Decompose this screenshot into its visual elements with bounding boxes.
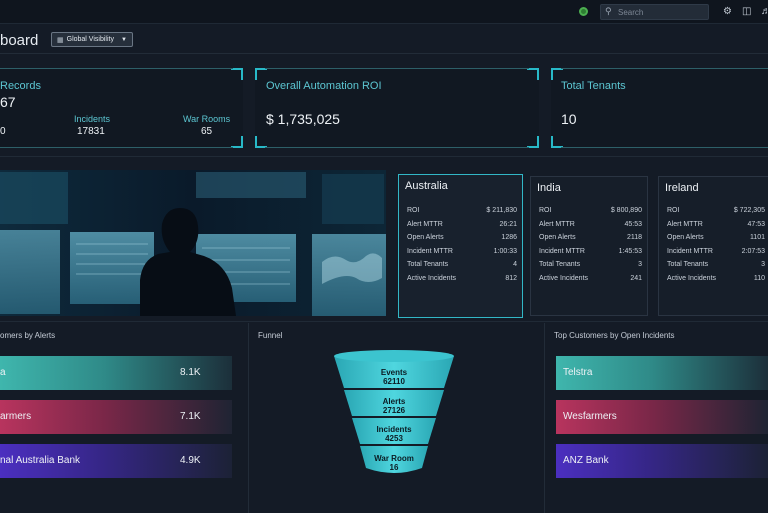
alerts-bar[interactable]: armers 7.1K: [0, 400, 232, 434]
metric-row: Total Tenants 3: [667, 261, 765, 269]
bell-icon[interactable]: ♬: [761, 5, 768, 19]
region-card-ireland[interactable]: Ireland ROI $ 722,305 Alert MTTR 47:53 Ope…: [658, 176, 768, 316]
roi-title: Overall Automation ROI: [266, 80, 382, 92]
tenants-title: Total Tenants: [561, 80, 626, 92]
metric-row: Alert MTTR 45:53: [539, 220, 642, 228]
metric-row: Open Alerts 1101: [667, 234, 765, 242]
search-box[interactable]: ⚲: [600, 4, 709, 20]
incidents-label: Incidents: [74, 114, 111, 124]
layout-toggle-icon[interactable]: ◫: [742, 5, 751, 19]
region-name: India: [537, 182, 561, 194]
page-title: board: [0, 32, 39, 49]
metric-row: Active Incidents 812: [407, 274, 517, 282]
gear-icon[interactable]: ⚙: [723, 5, 732, 19]
chevron-down-icon: ▼: [121, 36, 127, 43]
customer-bar[interactable]: Wesfarmers: [556, 400, 768, 434]
region-metrics: ROI $ 722,305 Alert MTTR 47:53 Open Alerts…: [667, 207, 765, 289]
automation-roi-card: Overall Automation ROI $ 1,735,025: [255, 68, 539, 148]
alerts-bar[interactable]: a 8.1K: [0, 356, 232, 390]
dashboard-header: board ▦ Global Visibility ▼: [0, 25, 768, 54]
metric-row: Open Alerts 2118: [539, 234, 642, 242]
customers-by-alerts-title: omers by Alerts: [0, 331, 56, 340]
customer-bar[interactable]: Telstra: [556, 356, 768, 390]
funnel-title: Funnel: [258, 331, 283, 340]
metric-row: ROI $ 722,305: [667, 207, 765, 214]
region-card-india[interactable]: India ROI $ 800,890 Alert MTTR 45:53 Open …: [530, 176, 648, 316]
metric-row: ROI $ 800,890: [539, 207, 642, 214]
global-visibility-dropdown[interactable]: ▦ Global Visibility ▼: [51, 32, 133, 47]
hero-image: [0, 170, 386, 316]
metric-row: Incident MTTR 1:45:53: [539, 247, 642, 255]
metric-row: Incident MTTR 2:07:53: [667, 247, 765, 255]
records-value: 67: [0, 94, 16, 110]
roi-value: $ 1,735,025: [266, 111, 340, 127]
region-metrics: ROI $ 211,830 Alert MTTR 26:21 Open Alerts…: [407, 207, 517, 289]
global-visibility-label: Global Visibility: [66, 36, 114, 43]
metric-row: Active Incidents 241: [539, 274, 642, 282]
warrooms-value: 65: [201, 126, 213, 137]
customer-bar[interactable]: ANZ Bank: [556, 444, 768, 478]
status-indicator-icon: [579, 7, 588, 16]
metric-row: Incident MTTR 1:00:33: [407, 247, 517, 255]
operator-image: [0, 170, 386, 316]
alerts-bar[interactable]: nal Australia Bank 4.9K: [0, 444, 232, 478]
top-customers-title: Top Customers by Open Incidents: [554, 331, 675, 340]
region-name: Australia: [405, 180, 448, 192]
search-input[interactable]: [618, 6, 706, 18]
funnel-label-warroom: War Room 16: [374, 454, 414, 472]
metric-row: Active Incidents 110: [667, 274, 765, 282]
records-left-value: 0: [0, 126, 6, 137]
top-bar: ⚲ ⚙ ◫ ♬: [0, 0, 768, 24]
search-icon: ⚲: [605, 6, 612, 16]
metric-row: Total Tenants 3: [539, 261, 642, 269]
metric-row: Total Tenants 4: [407, 261, 517, 269]
incidents-value: 17831: [77, 126, 105, 137]
tenants-value: 10: [561, 111, 577, 127]
metric-row: Alert MTTR 47:53: [667, 220, 765, 228]
records-card: Records 67 0 Incidents 17831 War Rooms 6…: [0, 68, 243, 148]
region-metrics: ROI $ 800,890 Alert MTTR 45:53 Open Alerts…: [539, 207, 642, 289]
records-title: Records: [0, 80, 41, 92]
region-card-australia[interactable]: Australia ROI $ 211,830 Alert MTTR 26:21 O…: [398, 174, 523, 318]
funnel-label-events: Events 62110: [380, 368, 408, 386]
metric-row: Alert MTTR 26:21: [407, 220, 517, 228]
funnel-label-incidents: Incidents 4253: [376, 425, 412, 443]
funnel-label-alerts: Alerts 27126: [382, 397, 406, 415]
total-tenants-card: Total Tenants 10: [551, 68, 768, 148]
metric-row: ROI $ 211,830: [407, 207, 517, 214]
funnel-top-rim: [334, 350, 454, 362]
warrooms-label: War Rooms: [183, 114, 231, 124]
grid-icon: ▦: [57, 36, 64, 44]
region-name: Ireland: [665, 182, 699, 194]
metric-row: Open Alerts 1286: [407, 234, 517, 242]
